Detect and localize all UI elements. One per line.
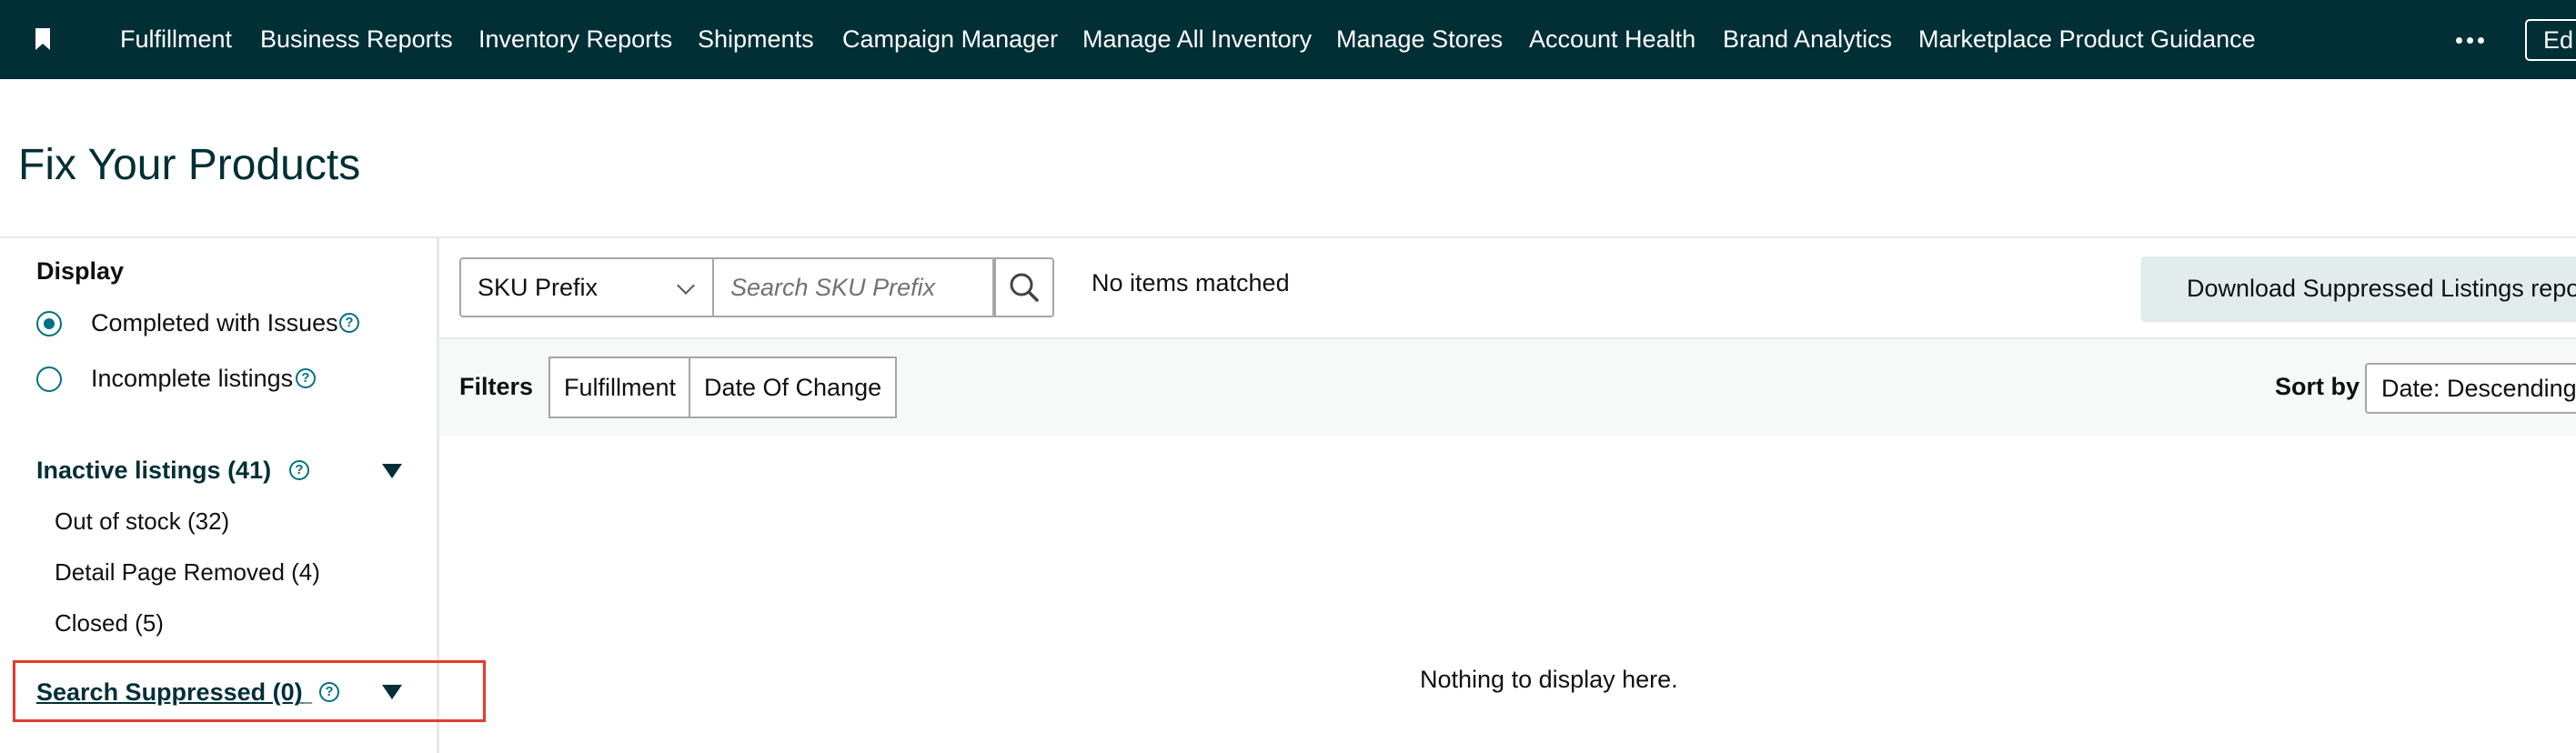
search-input[interactable] — [714, 257, 994, 317]
nav-link-brand-analytics[interactable]: Brand Analytics — [1723, 24, 1892, 55]
nav-link-account-health[interactable]: Account Health — [1529, 24, 1696, 55]
sidebar-item-out-of-stock[interactable]: Out of stock (32) — [55, 507, 229, 536]
help-icon[interactable]: ? — [289, 460, 309, 480]
nav-link-business-reports[interactable]: Business Reports — [260, 24, 453, 55]
help-icon[interactable]: ? — [319, 682, 339, 702]
page-title: Fix Your Products — [18, 141, 361, 189]
nav-link-campaign-manager[interactable]: Campaign Manager — [842, 24, 1058, 55]
nav-link-inventory-reports[interactable]: Inventory Reports — [478, 24, 672, 55]
edit-button[interactable]: Ed — [2525, 19, 2576, 61]
sku-prefix-select[interactable]: SKU Prefix — [459, 257, 714, 317]
download-suppressed-report-button[interactable]: Download Suppressed Listings report — [2141, 256, 2576, 320]
title-divider — [0, 236, 2576, 238]
filter-date-of-change-button[interactable]: Date Of Change — [689, 356, 898, 418]
nav-link-shipments[interactable]: Shipments — [698, 24, 814, 55]
search-icon — [1010, 273, 1039, 302]
more-dots-icon[interactable] — [2456, 37, 2492, 45]
sort-label: Sort by — [2275, 373, 2360, 400]
radio-completed-with-issues[interactable] — [36, 311, 62, 336]
filter-fulfillment-button[interactable]: Fulfillment — [548, 356, 692, 418]
search-status: No items matched — [1092, 269, 1290, 296]
empty-state-message: Nothing to display here. — [1420, 666, 1678, 693]
nav-link-manage-all-inventory[interactable]: Manage All Inventory — [1082, 24, 1312, 55]
sidebar-item-closed[interactable]: Closed (5) — [55, 609, 164, 638]
collapse-triangle-icon[interactable] — [382, 685, 402, 699]
chevron-down-icon — [677, 276, 695, 295]
help-icon[interactable]: ? — [339, 313, 359, 333]
inactive-listings-title[interactable]: Inactive listings (41) — [36, 457, 271, 485]
nav-link-fulfillment[interactable]: Fulfillment — [120, 24, 232, 55]
top-nav-bar: Fulfillment Business Reports Inventory R… — [0, 0, 2576, 79]
suppressed-trailing-mark: _ — [298, 678, 313, 706]
collapse-triangle-icon[interactable] — [382, 464, 402, 478]
sidebar-item-detail-page-removed[interactable]: Detail Page Removed (4) — [55, 558, 320, 587]
nav-link-manage-stores[interactable]: Manage Stores — [1336, 24, 1503, 55]
filters-label: Filters — [459, 373, 534, 400]
label-completed-with-issues[interactable]: Completed with Issues — [91, 309, 338, 337]
help-icon[interactable]: ? — [296, 368, 316, 388]
sort-select[interactable]: Date: Descending — [2365, 363, 2576, 414]
bookmark-icon[interactable] — [35, 27, 51, 51]
select-value: SKU Prefix — [478, 274, 599, 301]
radio-incomplete-listings[interactable] — [36, 366, 62, 392]
search-suppressed-title[interactable]: Search Suppressed (0) — [36, 678, 303, 707]
display-heading: Display — [36, 257, 125, 285]
label-incomplete-listings[interactable]: Incomplete listings — [91, 365, 293, 393]
nav-link-marketplace-product-guidance[interactable]: Marketplace Product Guidance — [1918, 24, 2256, 55]
search-button[interactable] — [994, 257, 1054, 317]
